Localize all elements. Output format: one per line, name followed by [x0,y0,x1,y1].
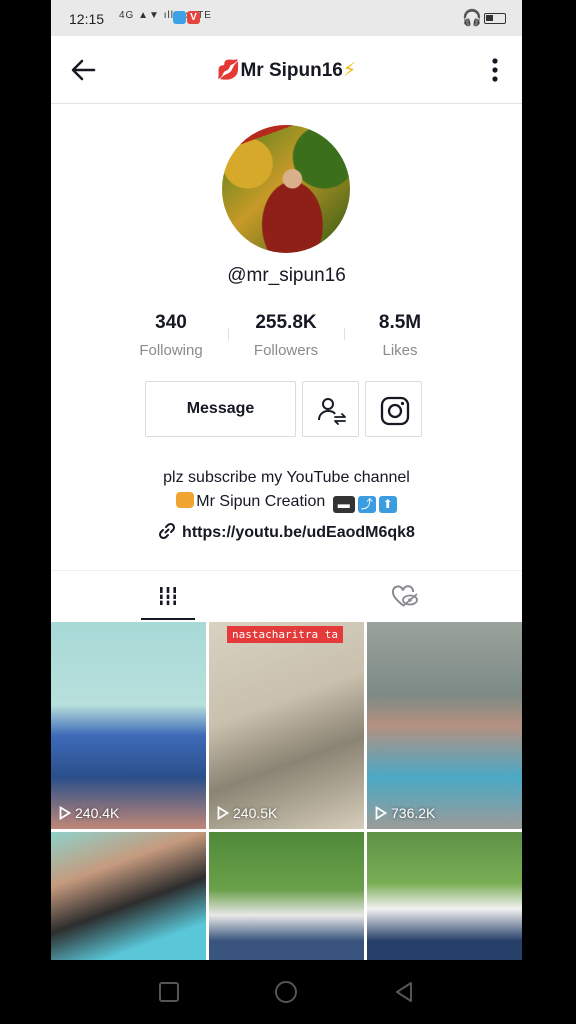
heart-eye-icon [391,585,418,607]
active-tab-indicator [141,618,195,620]
headset-icon: 🎧 [462,10,482,27]
video-thumbnail[interactable] [367,832,522,960]
bio-link-text: https://youtu.be/udEaodM6qk8 [182,524,415,541]
video-caption-tag: nastacharitra ta [227,626,343,643]
video-thumbnail[interactable]: 240.4K [51,622,206,829]
bio-line-2: Mr Sipun Creation [196,493,326,510]
likes-label: Likes [382,342,418,359]
top-bar: 💋Mr Sipun16⚡ [51,36,522,104]
bio-line-2-wrap: Mr Sipun Creation ▬ ⤴ ⬆ [51,490,522,514]
person-swap-icon [318,398,346,425]
battery-icon [484,13,506,24]
add-friend-button[interactable] [302,381,359,437]
video-thumbnail[interactable]: 736.2K [367,622,522,829]
tab-videos[interactable] [51,571,286,621]
video-thumbnail[interactable]: nastacharitra ta 240.5K [209,622,364,829]
lips-emoji: 💋 [216,60,241,81]
instagram-icon [380,396,410,426]
video-grid: 240.4K nastacharitra ta 240.5K 736.2K [51,622,522,960]
view-count: 736.2K [375,805,435,821]
videocassette-emoji-icon: ▬ [332,496,355,513]
arrow-up-emoji-icon: ⬆ [378,496,397,513]
square-icon [159,982,179,1002]
play-icon [59,805,72,821]
instagram-button[interactable] [365,381,422,437]
page-title: 💋Mr Sipun16⚡ [51,58,522,82]
status-bar: 12:15 4G ▲▼ ıll VoLTE V 🎧 [51,0,522,36]
vertical-dots-icon [492,58,498,82]
video-thumbnail[interactable] [209,832,364,960]
avatar[interactable] [222,125,350,253]
play-icon [375,805,388,821]
status-time: 12:15 [69,11,105,27]
profile-display-name: Mr Sipun16 [240,60,343,81]
television-emoji-icon [176,492,195,508]
tab-liked[interactable] [287,571,522,621]
following-label: Following [139,342,203,359]
followers-count: 255.8K [255,312,317,333]
bio: plz subscribe my YouTube channel Mr Sipu… [51,466,522,514]
home-button[interactable] [274,980,298,1004]
arrow-up-curve-emoji-icon: ⤴ [357,496,376,513]
likes-count: 8.5M [378,312,422,333]
bio-link[interactable]: https://youtu.be/udEaodM6qk8 [51,522,522,542]
chain-link-icon [159,522,176,540]
view-count-text: 240.4K [75,805,120,821]
stat-likes: 8.5M Likes [340,312,460,359]
stat-following[interactable]: 340 Following [111,312,231,359]
more-options-button[interactable] [488,54,502,86]
bio-line-1: plz subscribe my YouTube channel [163,469,410,486]
screen: 12:15 4G ▲▼ ıll VoLTE V 🎧 💋Mr Sipun16⚡ @… [51,0,522,960]
followers-label: Followers [253,342,319,359]
grid-icon [158,587,178,605]
play-icon [217,805,230,821]
profile-tabs [51,570,522,621]
username: @mr_sipun16 [227,265,346,286]
circle-icon [275,981,297,1003]
triangle-back-icon [396,982,412,1002]
video-thumbnail[interactable] [51,832,206,960]
stat-followers[interactable]: 255.8K Followers [226,312,346,359]
view-count: 240.5K [217,805,277,821]
lightning-emoji: ⚡ [342,60,357,81]
notification-v-icon: V [187,11,200,24]
view-count-text: 736.2K [391,805,436,821]
recent-apps-button[interactable] [157,980,181,1004]
message-button[interactable]: Message [145,381,296,437]
view-count-text: 240.5K [233,805,278,821]
notification-app-icon [173,11,186,24]
back-nav-button[interactable] [392,980,416,1004]
system-navigation-bar [0,960,576,1024]
view-count: 240.4K [59,805,119,821]
following-count: 340 [155,312,187,333]
